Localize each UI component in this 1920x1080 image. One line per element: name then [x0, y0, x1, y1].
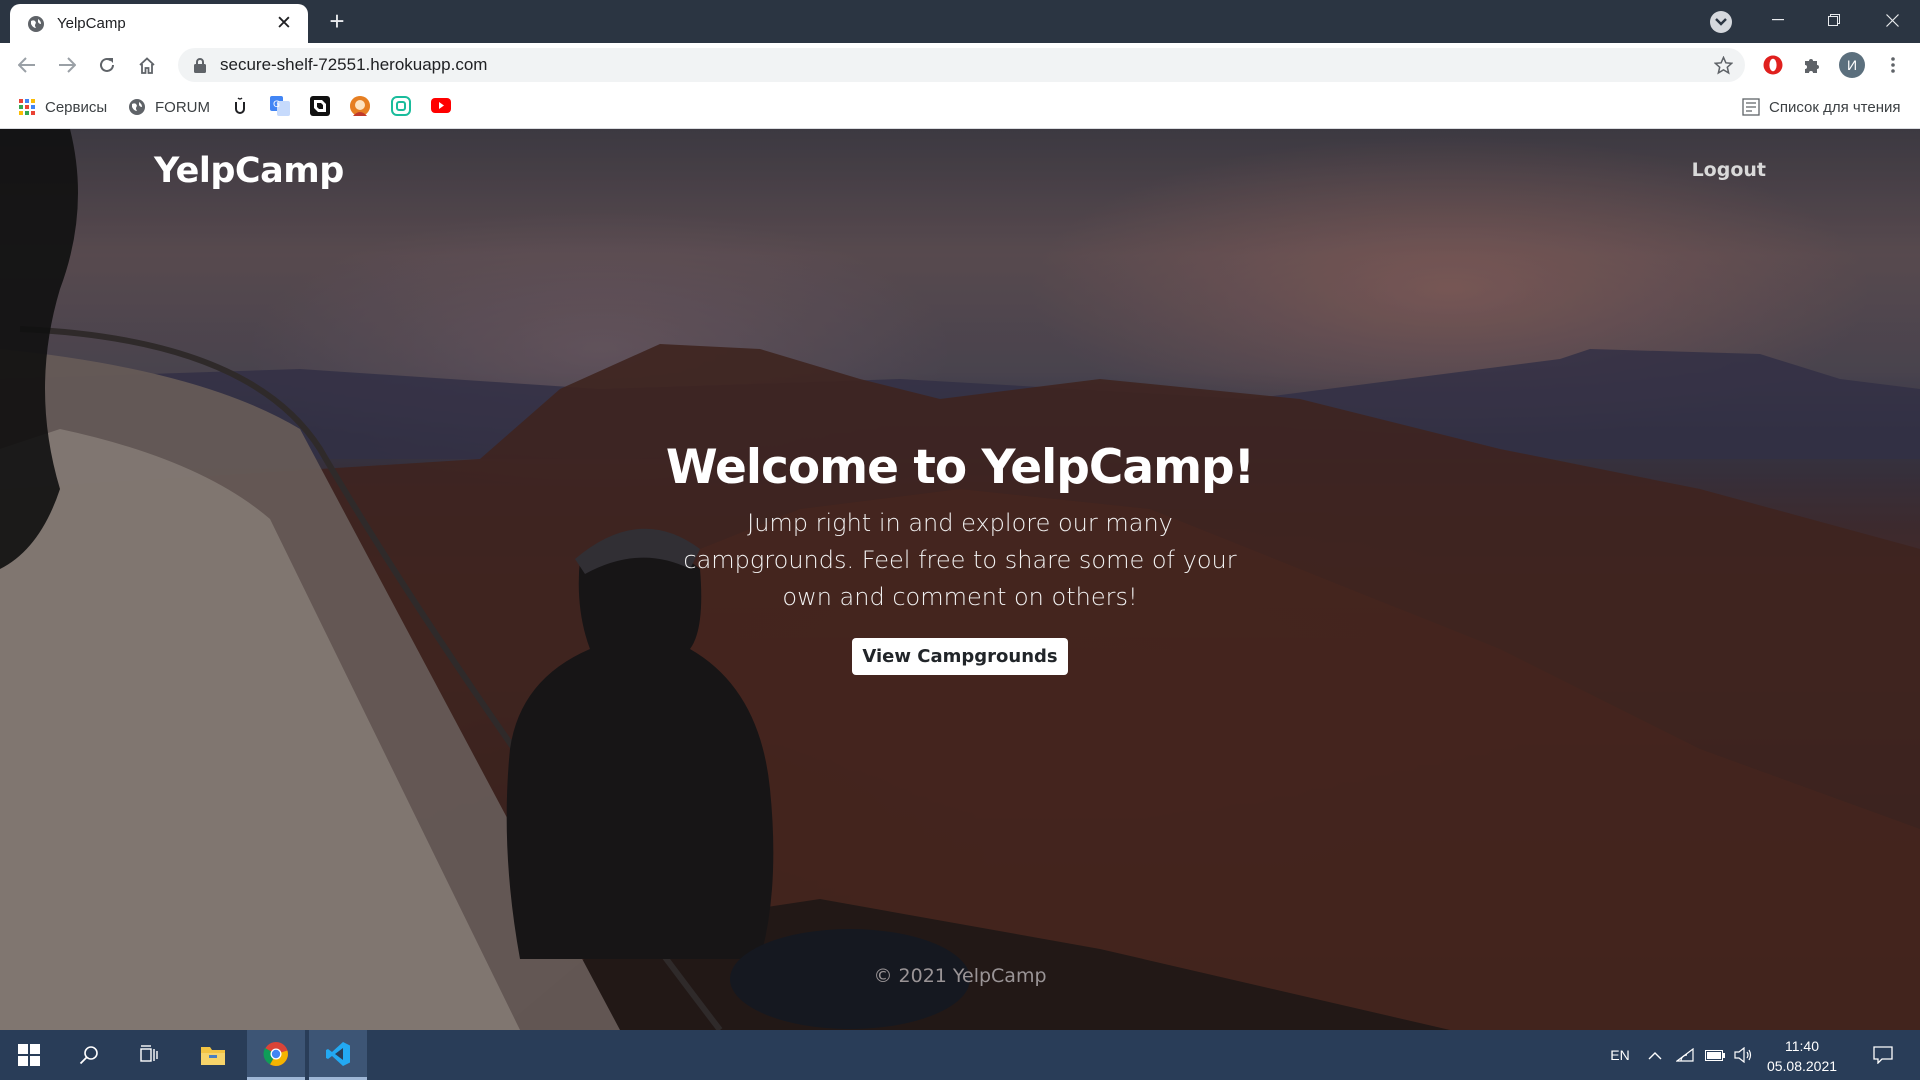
bookmark-black-tag-icon[interactable] — [310, 96, 330, 116]
reload-icon[interactable] — [91, 49, 123, 81]
battery-icon[interactable] — [1702, 1030, 1728, 1080]
url-text: secure-shelf-72551.herokuapp.com — [220, 55, 488, 74]
apps-grid-icon — [18, 98, 36, 116]
forward-arrow-icon[interactable] — [51, 49, 83, 81]
view-campgrounds-button[interactable]: View Campgrounds — [852, 638, 1068, 675]
bookmark-star-icon[interactable] — [1713, 55, 1733, 75]
svg-text:G: G — [273, 100, 280, 110]
bookmarks-bar: Сервисы FORUM G Список для чтения — [0, 86, 1920, 129]
clock-time: 11:40 — [1785, 1038, 1819, 1054]
chrome-taskbar-icon[interactable] — [247, 1030, 305, 1080]
lock-icon[interactable] — [192, 57, 208, 73]
landing-page: YelpCamp Logout Welcome to YelpCamp! Jum… — [0, 129, 1920, 1030]
task-view-icon[interactable] — [120, 1030, 178, 1080]
show-hidden-icons-chevron-icon[interactable] — [1642, 1030, 1668, 1080]
globe-icon — [128, 98, 146, 116]
tab-title: YelpCamp — [57, 15, 126, 32]
bookmark-youtube-icon[interactable] — [431, 98, 451, 113]
bookmark-u-icon[interactable] — [232, 96, 248, 116]
opera-vpn-extension-icon[interactable] — [1762, 54, 1784, 76]
profile-initial: И — [1846, 57, 1858, 73]
back-arrow-icon[interactable] — [11, 49, 43, 81]
hero-section: Welcome to YelpCamp! Jump right in and e… — [660, 439, 1260, 675]
tab-search-icon[interactable] — [1710, 11, 1732, 33]
reading-list-label: Список для чтения — [1769, 98, 1901, 116]
file-explorer-icon[interactable] — [184, 1030, 242, 1080]
system-clock[interactable]: 11:40 05.08.2021 — [1756, 1036, 1848, 1076]
restore-window-icon[interactable] — [1806, 0, 1862, 40]
bookmark-avatar-icon[interactable] — [350, 96, 370, 116]
globe-icon — [26, 14, 45, 33]
wifi-icon[interactable] — [1672, 1030, 1698, 1080]
browser-tab[interactable]: YelpCamp ✕ — [10, 4, 308, 43]
search-icon[interactable] — [60, 1030, 118, 1080]
bookmark-services[interactable]: Сервисы — [18, 96, 107, 118]
home-icon[interactable] — [131, 49, 163, 81]
close-window-icon[interactable] — [1864, 0, 1920, 40]
reading-list-icon — [1742, 98, 1760, 116]
bookmark-services-label: Сервисы — [45, 98, 108, 116]
vscode-taskbar-icon[interactable] — [309, 1030, 367, 1080]
volume-icon[interactable] — [1730, 1030, 1756, 1080]
notifications-icon[interactable] — [1858, 1030, 1908, 1080]
site-brand[interactable]: YelpCamp — [154, 151, 344, 191]
page-footer: © 2021 YelpCamp — [873, 965, 1047, 987]
profile-avatar[interactable]: И — [1839, 52, 1865, 78]
hero-subtitle: Jump right in and explore our many campg… — [683, 509, 1237, 611]
extensions-puzzle-icon[interactable] — [1801, 54, 1823, 76]
address-bar[interactable]: secure-shelf-72551.herokuapp.com — [178, 48, 1745, 82]
bookmark-green-icon[interactable] — [391, 96, 411, 116]
browser-tab-strip: YelpCamp ✕ + — [0, 0, 1920, 43]
bookmark-forum[interactable]: FORUM — [128, 96, 210, 118]
browser-menu-icon[interactable] — [1882, 54, 1904, 76]
windows-start-icon[interactable] — [0, 1030, 58, 1080]
new-tab-button[interactable]: + — [324, 8, 350, 34]
logout-link[interactable]: Logout — [1692, 159, 1766, 181]
bookmark-translate-icon[interactable]: G — [270, 96, 290, 116]
close-tab-icon[interactable]: ✕ — [274, 13, 294, 34]
hero-title: Welcome to YelpCamp! — [665, 440, 1255, 495]
windows-taskbar: EN 11:40 05.08.2021 — [0, 1030, 1920, 1080]
browser-toolbar: secure-shelf-72551.herokuapp.com И — [0, 43, 1920, 86]
reading-list[interactable]: Список для чтения — [1742, 96, 1901, 118]
minimize-window-icon[interactable] — [1750, 0, 1806, 40]
bookmark-forum-label: FORUM — [155, 98, 210, 116]
clock-date: 05.08.2021 — [1766, 1058, 1838, 1074]
input-language[interactable]: EN — [1600, 1030, 1640, 1080]
